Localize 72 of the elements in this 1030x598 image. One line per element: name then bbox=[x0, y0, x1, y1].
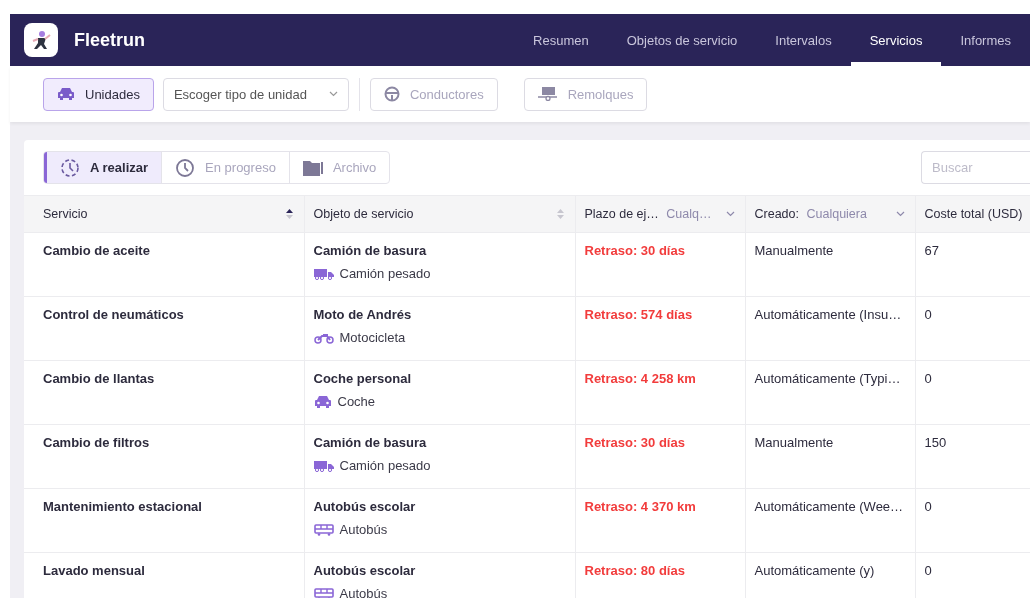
created-by: Automáticamente (Typi… bbox=[754, 371, 901, 386]
service-object: Autobús escolar bbox=[313, 499, 416, 514]
service-name: Lavado mensual bbox=[43, 563, 145, 578]
service-name: Control de neumáticos bbox=[43, 307, 184, 322]
created-by: Automáticamente (y) bbox=[754, 563, 875, 578]
truck-icon bbox=[313, 459, 334, 472]
cost-value: 0 bbox=[924, 563, 932, 578]
created-by: Automáticamente (Wee… bbox=[754, 499, 904, 514]
column-header[interactable]: Creado: Cualquiera bbox=[745, 195, 915, 233]
search-field[interactable]: Buscar bbox=[921, 151, 1030, 184]
service-object: Coche personal bbox=[313, 371, 412, 386]
nav-tab[interactable]: Informes bbox=[941, 14, 1030, 66]
bus-icon bbox=[313, 587, 334, 598]
column-header[interactable]: Objeto de servicio bbox=[304, 195, 575, 233]
column-label: Objeto de servicio bbox=[313, 207, 414, 221]
chevron-down-icon bbox=[328, 91, 338, 97]
column-label: Coste total (USD) bbox=[924, 207, 1023, 221]
cost-value: 0 bbox=[924, 371, 932, 386]
service-object: Camión de basura bbox=[313, 435, 427, 450]
vehicle-type: Camión pesado bbox=[339, 266, 431, 281]
vehicle-type: Camión pesado bbox=[339, 458, 431, 473]
overdue-status: Retraso: 30 días bbox=[584, 435, 685, 450]
app-logo bbox=[24, 23, 58, 57]
service-name: Cambio de aceite bbox=[43, 243, 150, 258]
truck-icon bbox=[313, 267, 334, 280]
overdue-status: Retraso: 4 370 km bbox=[584, 499, 696, 514]
column-label: Plazo de ej… Cualq… bbox=[584, 207, 712, 221]
trailer-icon bbox=[537, 87, 558, 101]
filter-tab[interactable]: A realizar bbox=[44, 152, 163, 183]
bus-icon bbox=[313, 523, 334, 536]
vehicle-type: Coche bbox=[337, 394, 376, 409]
nav-tab[interactable]: Intervalos bbox=[756, 14, 851, 66]
car-icon bbox=[313, 394, 332, 409]
nav-tab[interactable]: Objetos de servicio bbox=[607, 14, 757, 66]
car-icon bbox=[57, 87, 75, 101]
column-header[interactable]: Servicio bbox=[24, 195, 304, 233]
toggle-button[interactable]: Unidades bbox=[43, 77, 154, 111]
vehicle-type: Autobús bbox=[339, 522, 388, 537]
overdue-status: Retraso: 80 días bbox=[584, 563, 685, 578]
app-name: Fleetrun bbox=[74, 29, 146, 51]
vehicle-type: Motocicleta bbox=[339, 330, 406, 345]
service-name: Cambio de llantas bbox=[43, 371, 155, 386]
dashed-clock-icon bbox=[60, 157, 80, 178]
motorcycle-icon bbox=[313, 331, 334, 344]
cost-value: 0 bbox=[924, 307, 932, 322]
overdue-status: Retraso: 30 días bbox=[584, 243, 685, 258]
service-object: Camión de basura bbox=[313, 243, 427, 258]
overdue-status: Retraso: 4 258 km bbox=[584, 371, 696, 386]
column-header[interactable]: Plazo de ej… Cualq… bbox=[575, 195, 745, 233]
created-by: Automáticamente (Insu… bbox=[754, 307, 902, 322]
created-by: Manualmente bbox=[754, 435, 834, 450]
chevron-down-icon[interactable] bbox=[895, 211, 905, 217]
service-name: Mantenimiento estacional bbox=[43, 499, 202, 514]
folder-icon bbox=[302, 159, 323, 176]
chevron-down-icon[interactable] bbox=[725, 211, 735, 217]
overdue-status: Retraso: 574 días bbox=[584, 307, 693, 322]
clock-icon bbox=[175, 157, 196, 178]
cost-value: 0 bbox=[924, 499, 932, 514]
sort-icon[interactable] bbox=[284, 208, 294, 220]
service-object: Autobús escolar bbox=[313, 563, 416, 578]
service-name: Cambio de filtros bbox=[43, 435, 150, 450]
column-header[interactable]: Coste total (USD) bbox=[915, 195, 1030, 233]
cost-value: 150 bbox=[924, 435, 947, 450]
column-label: Creado: Cualquiera bbox=[754, 207, 867, 221]
vehicle-type: Autobús bbox=[339, 586, 388, 598]
unit-type-dropdown[interactable]: Escoger tipo de unidad bbox=[162, 77, 349, 111]
nav-tab[interactable]: Resumen bbox=[514, 14, 608, 66]
service-object: Moto de Andrés bbox=[313, 307, 412, 322]
created-by: Manualmente bbox=[754, 243, 834, 258]
cost-value: 67 bbox=[924, 243, 939, 258]
column-label: Servicio bbox=[43, 207, 88, 221]
steering-wheel-icon bbox=[383, 86, 400, 102]
